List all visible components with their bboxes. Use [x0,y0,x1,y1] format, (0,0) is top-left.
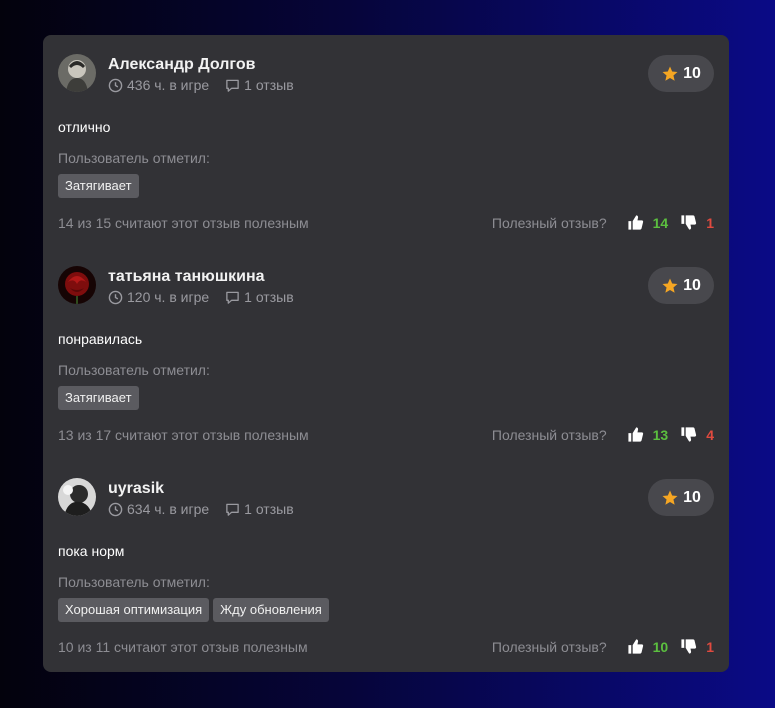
thumbs-down-icon[interactable] [680,638,697,655]
rating-value: 10 [683,64,701,82]
tag[interactable]: Хорошая оптимизация [58,598,210,622]
comment-icon [226,291,239,304]
helpful-summary: 14 из 15 считают этот отзыв полезным [58,215,309,231]
review-item: татьяна танюшкина 120 ч. в игре 1 отзыв … [43,247,729,459]
rating-badge: 10 [648,267,714,304]
tagged-label: Пользователь отметил: [58,150,210,166]
author-name[interactable]: Александр Долгов [108,56,255,74]
thumbs-down-icon[interactable] [680,426,697,443]
play-hours: 436 ч. в игре [127,77,210,93]
dislike-count: 1 [706,638,714,655]
tag-list: Хорошая оптимизация Жду обновления [58,598,333,622]
like-count: 13 [652,426,669,443]
clock-icon [108,290,123,304]
tag-list: Затягивает [58,386,143,410]
thumbs-up-icon[interactable] [627,214,644,231]
vote-panel: Полезный отзыв? 14 1 [492,214,714,231]
tagged-label: Пользователь отметил: [58,362,210,378]
thumbs-up-icon[interactable] [627,638,644,655]
tag[interactable]: Затягивает [58,174,139,198]
comment-icon [226,503,239,516]
rating-badge: 10 [648,479,714,516]
comment-icon [226,79,239,92]
review-text: пока норм [58,543,125,559]
review-text: отлично [58,119,111,135]
dislike-count: 4 [706,426,714,443]
star-icon [662,66,678,81]
tagged-label: Пользователь отметил: [58,574,210,590]
tag[interactable]: Жду обновления [213,598,329,622]
helpful-summary: 10 из 11 считают этот отзыв полезным [58,639,308,655]
review-count: 1 отзыв [244,289,294,305]
play-hours: 634 ч. в игре [127,501,210,517]
author-meta: 120 ч. в игре 1 отзыв [108,289,294,305]
review-item: Александр Долгов 436 ч. в игре 1 отзыв 1… [43,35,729,247]
rating-value: 10 [683,276,701,294]
vote-panel: Полезный отзыв? 10 1 [492,638,714,655]
clock-icon [108,78,123,92]
helpful-question: Полезный отзыв? [491,214,607,231]
author-name[interactable]: uyrasik [108,480,164,498]
like-count: 14 [652,214,669,231]
author-meta: 634 ч. в игре 1 отзыв [108,501,294,517]
reviews-card: Александр Долгов 436 ч. в игре 1 отзыв 1… [43,35,729,672]
helpful-summary: 13 из 17 считают этот отзыв полезным [58,427,309,443]
star-icon [662,278,678,293]
author-meta: 436 ч. в игре 1 отзыв [108,77,294,93]
review-count: 1 отзыв [244,77,294,93]
tag[interactable]: Затягивает [58,386,139,410]
like-count: 10 [652,638,669,655]
tag-list: Затягивает [58,174,143,198]
review-text: понравилась [58,331,143,347]
review-item: uyrasik 634 ч. в игре 1 отзыв 10 пока но… [43,459,729,671]
author-name[interactable]: татьяна танюшкина [108,268,265,286]
helpful-question: Полезный отзыв? [491,638,607,655]
avatar[interactable] [58,54,96,92]
page-background: Александр Долгов 436 ч. в игре 1 отзыв 1… [0,0,775,708]
review-count: 1 отзыв [244,501,294,517]
thumbs-down-icon[interactable] [680,214,697,231]
rating-value: 10 [683,488,701,506]
helpful-question: Полезный отзыв? [491,426,607,443]
play-hours: 120 ч. в игре [127,289,210,305]
avatar[interactable] [58,478,96,516]
dislike-count: 1 [706,214,714,231]
star-icon [662,490,678,505]
thumbs-up-icon[interactable] [627,426,644,443]
avatar[interactable] [58,266,96,304]
rating-badge: 10 [648,55,714,92]
clock-icon [108,502,123,516]
vote-panel: Полезный отзыв? 13 4 [492,426,714,443]
